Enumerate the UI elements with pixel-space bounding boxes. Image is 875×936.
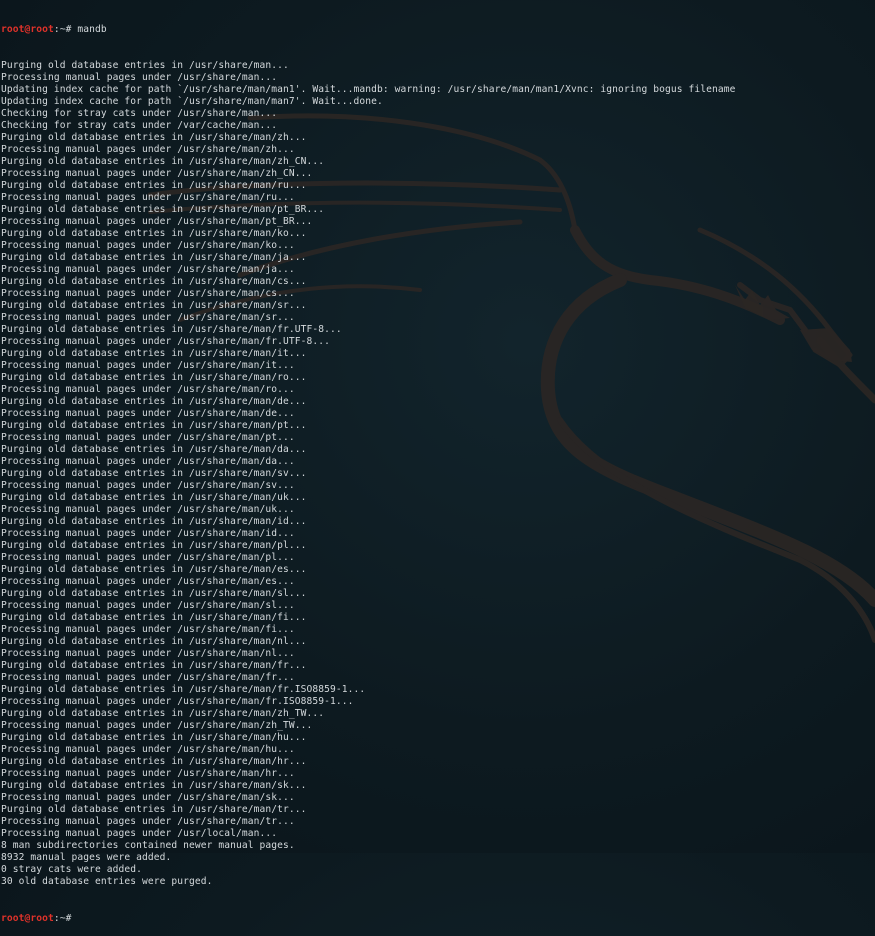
output-line: Purging old database entries in /usr/sha… bbox=[1, 396, 307, 407]
output-line: Processing manual pages under /usr/share… bbox=[1, 384, 295, 395]
output-line: Processing manual pages under /usr/share… bbox=[1, 768, 295, 779]
output-line: Processing manual pages under /usr/share… bbox=[1, 552, 295, 563]
output-line: Processing manual pages under /usr/share… bbox=[1, 240, 295, 251]
output-line: Processing manual pages under /usr/share… bbox=[1, 792, 295, 803]
output-line: 0 stray cats were added. bbox=[1, 864, 143, 875]
output-line: Purging old database entries in /usr/sha… bbox=[1, 300, 307, 311]
output-line: Processing manual pages under /usr/share… bbox=[1, 72, 278, 83]
output-line: Processing manual pages under /usr/share… bbox=[1, 216, 313, 227]
output-line: Processing manual pages under /usr/share… bbox=[1, 264, 295, 275]
output-line: Purging old database entries in /usr/sha… bbox=[1, 588, 307, 599]
output-line: Purging old database entries in /usr/sha… bbox=[1, 204, 325, 215]
output-line: Updating index cache for path `/usr/shar… bbox=[1, 96, 383, 107]
output-line: Processing manual pages under /usr/share… bbox=[1, 648, 295, 659]
prompt-path: :~# bbox=[53, 913, 78, 924]
output-line: Processing manual pages under /usr/share… bbox=[1, 432, 295, 443]
output-line: Purging old database entries in /usr/sha… bbox=[1, 804, 307, 815]
output-line: Purging old database entries in /usr/sha… bbox=[1, 540, 307, 551]
output-line: Purging old database entries in /usr/sha… bbox=[1, 228, 307, 239]
output-line: Processing manual pages under /usr/share… bbox=[1, 408, 295, 419]
output-line: Processing manual pages under /usr/share… bbox=[1, 504, 295, 515]
output-line: Purging old database entries in /usr/sha… bbox=[1, 636, 307, 647]
output-line: Purging old database entries in /usr/sha… bbox=[1, 684, 366, 695]
output-line: Processing manual pages under /usr/share… bbox=[1, 336, 331, 347]
output-line: Purging old database entries in /usr/sha… bbox=[1, 780, 307, 791]
output-line: Updating index cache for path `/usr/shar… bbox=[1, 84, 736, 95]
prompt-line-current[interactable]: root@root:~# bbox=[1, 912, 875, 924]
output-line: Processing manual pages under /usr/share… bbox=[1, 672, 295, 683]
output-line: Purging old database entries in /usr/sha… bbox=[1, 660, 307, 671]
output-line: Purging old database entries in /usr/sha… bbox=[1, 468, 307, 479]
output-line: Purging old database entries in /usr/sha… bbox=[1, 756, 307, 767]
output-line: Processing manual pages under /usr/share… bbox=[1, 600, 295, 611]
output-line: Purging old database entries in /usr/sha… bbox=[1, 564, 307, 575]
output-line: Purging old database entries in /usr/sha… bbox=[1, 132, 307, 143]
output-line: Purging old database entries in /usr/sha… bbox=[1, 372, 307, 383]
output-line: 30 old database entries were purged. bbox=[1, 876, 213, 887]
prompt-path: :~# bbox=[53, 24, 78, 35]
output-line: Processing manual pages under /usr/local… bbox=[1, 828, 278, 839]
output-line: Processing manual pages under /usr/share… bbox=[1, 696, 354, 707]
output-line: Purging old database entries in /usr/sha… bbox=[1, 516, 307, 527]
output-line: Processing manual pages under /usr/share… bbox=[1, 816, 295, 827]
cursor bbox=[77, 912, 83, 922]
output-line: 8 man subdirectories contained newer man… bbox=[1, 840, 295, 851]
output-line: Processing manual pages under /usr/share… bbox=[1, 624, 295, 635]
output-line: Purging old database entries in /usr/sha… bbox=[1, 420, 307, 431]
output-line: Purging old database entries in /usr/sha… bbox=[1, 60, 289, 71]
output-line: Purging old database entries in /usr/sha… bbox=[1, 732, 307, 743]
prompt-user-host: root@root bbox=[1, 913, 54, 924]
output-line: Processing manual pages under /usr/share… bbox=[1, 168, 313, 179]
output-line: Purging old database entries in /usr/sha… bbox=[1, 492, 307, 503]
output-line: Purging old database entries in /usr/sha… bbox=[1, 348, 307, 359]
output-line: 8932 manual pages were added. bbox=[1, 852, 172, 863]
output-line: Purging old database entries in /usr/sha… bbox=[1, 324, 342, 335]
output-line: Checking for stray cats under /var/cache… bbox=[1, 120, 278, 131]
output-line: Purging old database entries in /usr/sha… bbox=[1, 156, 325, 167]
prompt-line: root@root:~# mandb bbox=[1, 24, 875, 36]
output-line: Processing manual pages under /usr/share… bbox=[1, 144, 295, 155]
output-line: Purging old database entries in /usr/sha… bbox=[1, 252, 307, 263]
terminal-output[interactable]: root@root:~# mandb Purging old database … bbox=[1, 0, 875, 924]
output-line: Purging old database entries in /usr/sha… bbox=[1, 708, 325, 719]
output-line: Processing manual pages under /usr/share… bbox=[1, 744, 295, 755]
output-line: Purging old database entries in /usr/sha… bbox=[1, 180, 307, 191]
output-line: Processing manual pages under /usr/share… bbox=[1, 720, 313, 731]
output-line: Purging old database entries in /usr/sha… bbox=[1, 612, 307, 623]
output-line: Purging old database entries in /usr/sha… bbox=[1, 276, 307, 287]
output-line: Processing manual pages under /usr/share… bbox=[1, 576, 295, 587]
output-lines: Purging old database entries in /usr/sha… bbox=[1, 60, 875, 888]
output-line: Processing manual pages under /usr/share… bbox=[1, 192, 295, 203]
output-line: Processing manual pages under /usr/share… bbox=[1, 312, 295, 323]
command-text: mandb bbox=[77, 24, 107, 35]
output-line: Processing manual pages under /usr/share… bbox=[1, 528, 295, 539]
output-line: Purging old database entries in /usr/sha… bbox=[1, 444, 307, 455]
output-line: Checking for stray cats under /usr/share… bbox=[1, 108, 278, 119]
output-line: Processing manual pages under /usr/share… bbox=[1, 288, 295, 299]
output-line: Processing manual pages under /usr/share… bbox=[1, 480, 295, 491]
output-line: Processing manual pages under /usr/share… bbox=[1, 360, 295, 371]
output-line: Processing manual pages under /usr/share… bbox=[1, 456, 295, 467]
prompt-user-host: root@root bbox=[1, 24, 54, 35]
